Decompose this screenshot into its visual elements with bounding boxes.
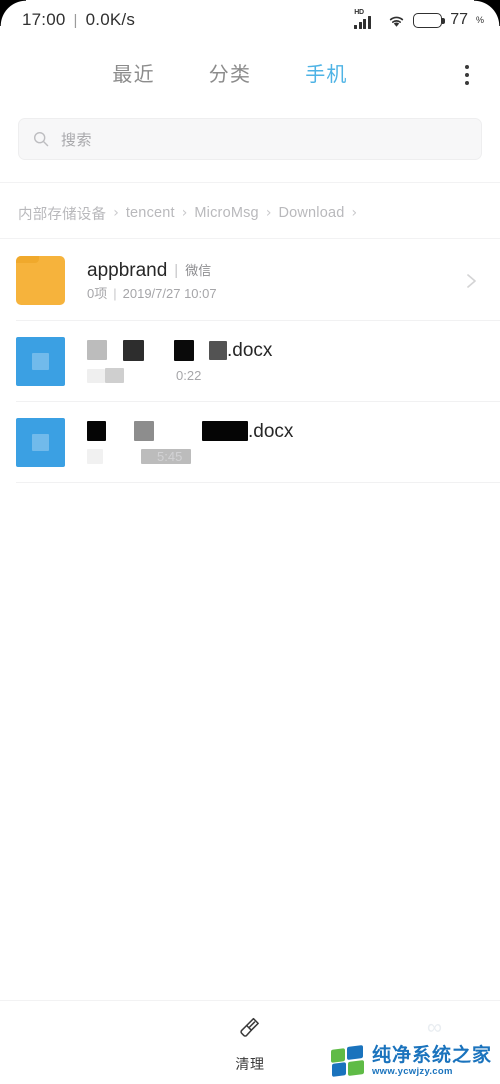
file-meta-line: 5:45 (87, 448, 482, 464)
search-area: 搜索 (0, 118, 500, 160)
signal-bars-icon: HD (354, 8, 380, 30)
title-separator: | (174, 262, 179, 279)
table-row[interactable]: .docx 0:22 (0, 321, 500, 402)
redaction-block (202, 421, 248, 442)
file-item-count: 0项 (87, 286, 108, 301)
clean-button[interactable]: 清理 (235, 1014, 264, 1074)
breadcrumb-separator: › (265, 205, 272, 221)
tab-bar: 最近 分类 手机 (0, 44, 500, 106)
battery-icon (413, 12, 445, 28)
redaction-block (87, 340, 107, 361)
file-date: 2019/7/27 10:07 (122, 286, 217, 301)
document-icon (16, 418, 65, 467)
redacted-filename (87, 339, 227, 361)
hd-label: HD (354, 8, 364, 16)
file-row-text: .docx 0:22 (77, 339, 482, 384)
status-bar: 17:00 | 0.0K/s HD 77 % (0, 0, 500, 40)
redaction-block (87, 448, 103, 464)
breadcrumb: 内部存储设备 › tencent › MicroMsg › Download › (0, 200, 500, 226)
redacted-filename (87, 421, 248, 442)
file-tag: 微信 (185, 263, 212, 278)
tab-categories[interactable]: 分类 (209, 65, 251, 85)
redaction-block (87, 368, 105, 383)
table-row[interactable]: .docx 5:45 (0, 402, 500, 483)
file-title-line: .docx (87, 339, 482, 361)
redaction-block (105, 368, 124, 384)
breadcrumb-separator: › (181, 205, 188, 221)
redaction-block (87, 421, 106, 442)
file-row-text: .docx 5:45 (77, 420, 482, 464)
redaction-block (174, 339, 194, 361)
file-list: appbrand | 微信 0项 | 2019/7/27 10:07 .docx… (0, 240, 500, 483)
signal-bar-group (354, 15, 371, 29)
file-date: 5:45 (157, 448, 183, 464)
breadcrumb-item-micromsg[interactable]: MicroMsg (194, 205, 258, 221)
network-speed: 0.0K/s (85, 10, 136, 29)
redaction-block (134, 421, 154, 442)
redacted-meta (87, 368, 124, 384)
search-icon (33, 131, 49, 147)
search-placeholder: 搜索 (61, 131, 93, 149)
battery-percent: 77 (450, 11, 468, 28)
breadcrumb-separator: › (113, 205, 119, 221)
tab-recent[interactable]: 最近 (112, 65, 154, 85)
file-extension: .docx (227, 339, 273, 361)
tab-group: 最近 分类 手机 (0, 65, 440, 85)
clean-label: 清理 (235, 1055, 265, 1072)
tab-phone[interactable]: 手机 (305, 65, 347, 85)
folder-icon (16, 256, 65, 305)
table-row[interactable]: appbrand | 微信 0项 | 2019/7/27 10:07 (0, 240, 500, 321)
redaction-block (209, 340, 227, 360)
meta-separator: | (113, 286, 117, 301)
file-title-line: appbrand | 微信 (87, 261, 460, 280)
redaction-block (123, 339, 144, 361)
breadcrumb-separator: › (351, 205, 358, 221)
wifi-icon (387, 13, 406, 28)
breadcrumb-item-download[interactable]: Download (278, 205, 344, 221)
status-bar-left: 17:00 | 0.0K/s (22, 10, 135, 30)
file-date: 0:22 (176, 368, 202, 383)
status-clock: 17:00 (22, 10, 66, 29)
bottom-toolbar: 清理 (0, 1000, 500, 1084)
breadcrumb-divider (0, 238, 500, 239)
file-name: appbrand (87, 260, 168, 281)
breadcrumb-item-tencent[interactable]: tencent (126, 205, 175, 221)
more-vertical-icon[interactable] (440, 48, 494, 102)
file-meta-line: 0:22 (87, 368, 482, 384)
file-meta-line: 0项 | 2019/7/27 10:07 (87, 287, 460, 300)
broom-clean-icon (236, 1014, 263, 1046)
chevron-right-icon[interactable] (460, 270, 482, 292)
battery-percent-symbol: % (475, 15, 484, 25)
phone-screen: 17:00 | 0.0K/s HD 77 % 最近 分类 手机 搜索 内部存储设… (0, 0, 500, 1084)
status-separator: | (73, 12, 78, 29)
file-title-line: .docx (87, 420, 482, 442)
search-divider (0, 182, 500, 183)
file-row-text: appbrand | 微信 0项 | 2019/7/27 10:07 (77, 261, 460, 300)
search-input[interactable]: 搜索 (18, 118, 482, 160)
document-icon (16, 337, 65, 386)
breadcrumb-item-root[interactable]: 内部存储设备 (18, 203, 106, 224)
status-bar-right: HD 77 % (354, 8, 484, 30)
file-extension: .docx (248, 420, 294, 442)
